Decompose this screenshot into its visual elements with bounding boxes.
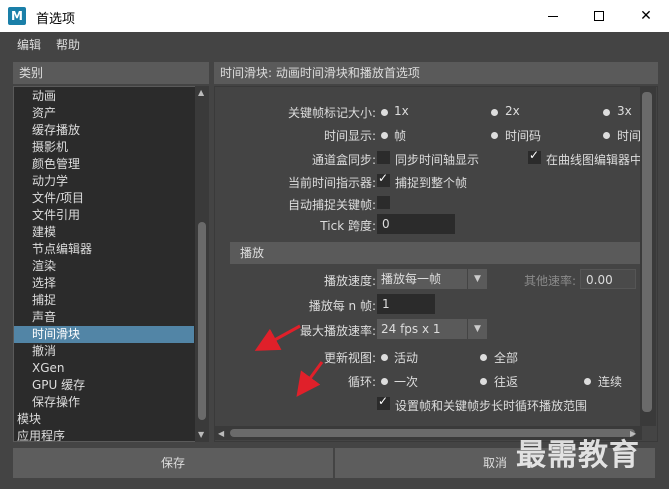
annotation-arrows xyxy=(254,324,324,397)
save-button[interactable]: 保存 xyxy=(13,448,333,478)
annotation-arrow-update-view xyxy=(296,361,324,397)
watermark-text: 最需教育 xyxy=(516,438,640,473)
annotation-arrow-max-rate xyxy=(254,324,301,351)
